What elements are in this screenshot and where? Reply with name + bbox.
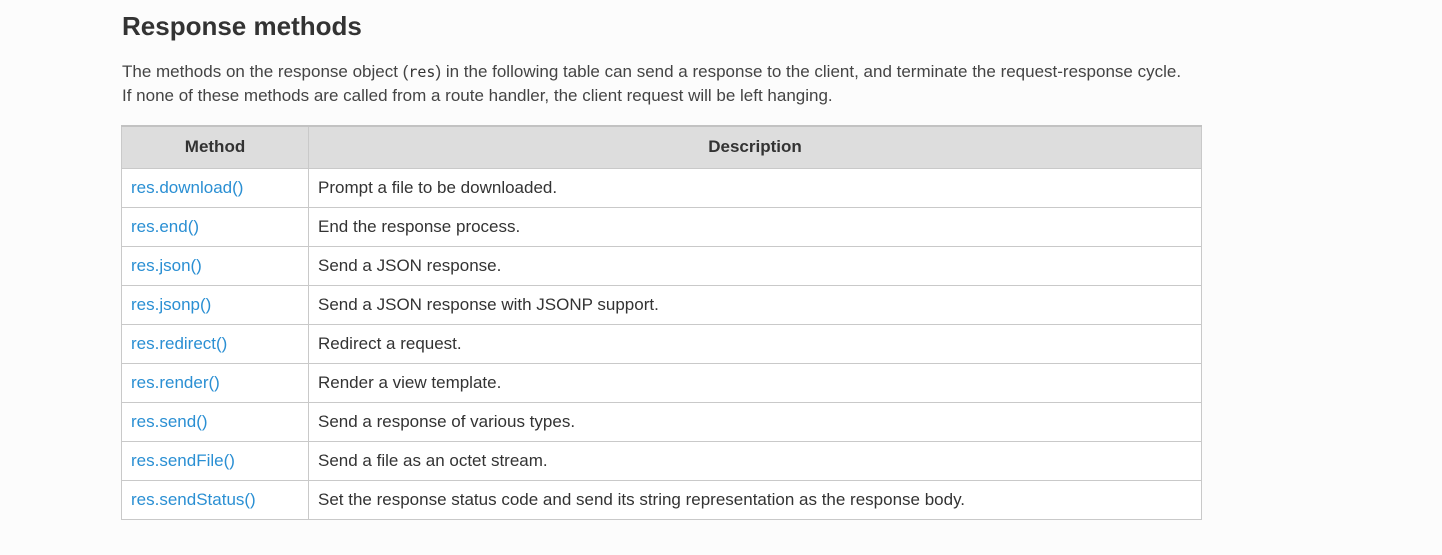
method-cell: res.sendFile() xyxy=(121,440,309,481)
intro-code: res xyxy=(408,63,436,81)
page: Response methods The methods on the resp… xyxy=(0,0,1442,555)
description-cell: Send a response of various types. xyxy=(308,401,1202,442)
method-link-send[interactable]: res.send() xyxy=(131,412,208,431)
description-cell: Prompt a file to be downloaded. xyxy=(308,167,1202,208)
table-row: res.download() Prompt a file to be downl… xyxy=(121,167,1202,208)
method-link-redirect[interactable]: res.redirect() xyxy=(131,334,227,353)
section-heading: Response methods xyxy=(122,11,362,41)
method-cell: res.download() xyxy=(121,167,309,208)
intro-text-before: The methods on the response object ( xyxy=(122,62,409,81)
table-row: res.send() Send a response of various ty… xyxy=(121,401,1202,442)
description-cell: Redirect a request. xyxy=(308,323,1202,364)
column-header-method: Method xyxy=(121,125,309,169)
column-header-description: Description xyxy=(308,125,1202,169)
table-row: res.json() Send a JSON response. xyxy=(121,245,1202,286)
table-row: res.sendStatus() Set the response status… xyxy=(121,479,1202,520)
table-row: res.end() End the response process. xyxy=(121,206,1202,247)
description-cell: Send a file as an octet stream. xyxy=(308,440,1202,481)
intro-paragraph: The methods on the response object (res)… xyxy=(122,60,1182,108)
description-cell: Set the response status code and send it… xyxy=(308,479,1202,520)
method-cell: res.json() xyxy=(121,245,309,286)
table-row: res.sendFile() Send a file as an octet s… xyxy=(121,440,1202,481)
method-link-download[interactable]: res.download() xyxy=(131,178,243,197)
method-link-render[interactable]: res.render() xyxy=(131,373,220,392)
method-cell: res.send() xyxy=(121,401,309,442)
method-cell: res.render() xyxy=(121,362,309,403)
method-cell: res.sendStatus() xyxy=(121,479,309,520)
description-cell: Send a JSON response with JSONP support. xyxy=(308,284,1202,325)
method-link-sendfile[interactable]: res.sendFile() xyxy=(131,451,235,470)
description-cell: Render a view template. xyxy=(308,362,1202,403)
description-cell: Send a JSON response. xyxy=(308,245,1202,286)
method-cell: res.redirect() xyxy=(121,323,309,364)
method-cell: res.jsonp() xyxy=(121,284,309,325)
method-link-jsonp[interactable]: res.jsonp() xyxy=(131,295,211,314)
response-methods-table: Method Description res.download() Prompt… xyxy=(121,125,1202,520)
method-link-json[interactable]: res.json() xyxy=(131,256,202,275)
table-row: res.redirect() Redirect a request. xyxy=(121,323,1202,364)
method-link-end[interactable]: res.end() xyxy=(131,217,199,236)
method-link-sendstatus[interactable]: res.sendStatus() xyxy=(131,490,256,509)
description-cell: End the response process. xyxy=(308,206,1202,247)
table-header-row: Method Description xyxy=(121,125,1202,169)
table-row: res.render() Render a view template. xyxy=(121,362,1202,403)
table-row: res.jsonp() Send a JSON response with JS… xyxy=(121,284,1202,325)
method-cell: res.end() xyxy=(121,206,309,247)
